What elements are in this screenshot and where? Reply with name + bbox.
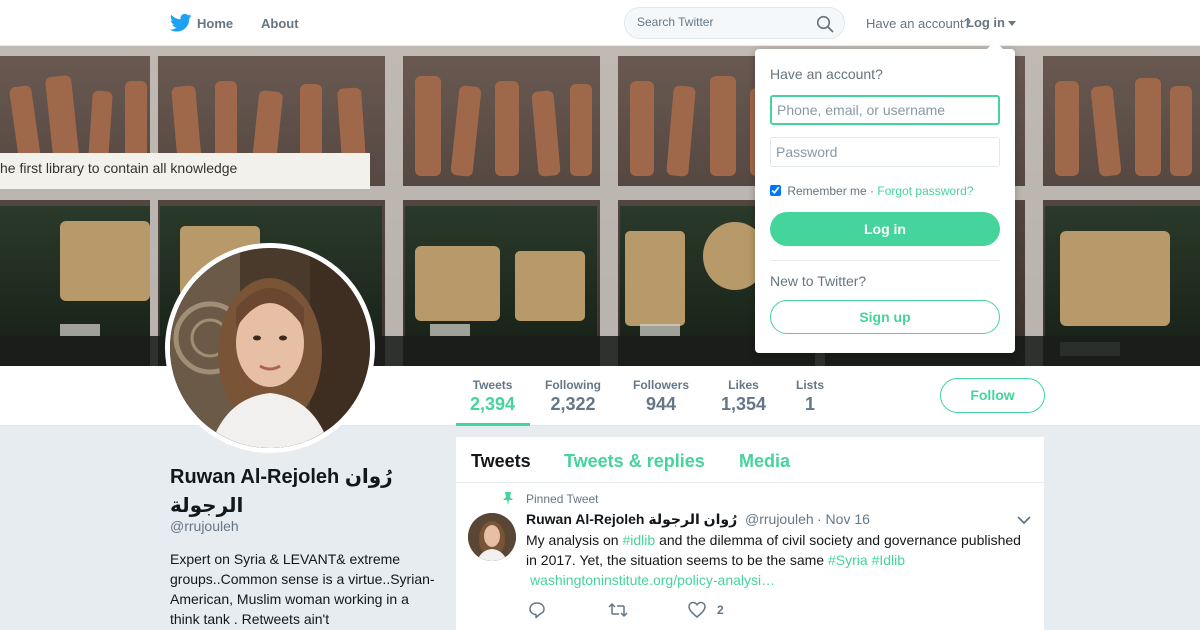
stat-label: Likes: [728, 378, 759, 392]
forgot-password-link[interactable]: Forgot password?: [877, 184, 973, 198]
pinned-tweet-label: Pinned Tweet: [526, 492, 599, 506]
like-count: 2: [717, 603, 724, 617]
hashtag-link[interactable]: #idlib: [622, 532, 655, 548]
nav-home-link[interactable]: Home: [197, 16, 233, 31]
stat-tweets[interactable]: Tweets 2,394: [470, 378, 515, 415]
dropdown-divider: [770, 260, 1000, 261]
banner-sign-text: he first library to contain all knowledg…: [0, 160, 238, 176]
tab-tweets[interactable]: Tweets: [471, 451, 531, 472]
have-account-text: Have an account?: [866, 16, 971, 31]
tweet-text-part: My analysis on: [526, 532, 623, 548]
hashtag-link[interactable]: #Syria: [828, 552, 868, 568]
remember-me-row: Remember me · Forgot password?: [770, 184, 973, 198]
nav-about-link[interactable]: About: [261, 16, 299, 31]
tweet-url-link[interactable]: washingtoninstitute.org/policy-analysi…: [530, 572, 775, 588]
tweet-author-name[interactable]: Ruwan Al-Rejoleh رُوان الرجولة: [526, 511, 737, 528]
remember-me-label[interactable]: Remember me: [787, 184, 866, 198]
tab-media[interactable]: Media: [739, 451, 790, 472]
tweet-author-handle[interactable]: @rrujouleh: [745, 511, 814, 527]
timeline-tabs: Tweets Tweets & replies Media: [456, 437, 1044, 483]
avatar-photo: [170, 248, 370, 448]
tweet-author-avatar[interactable]: [468, 513, 516, 561]
username-field[interactable]: [770, 95, 1000, 125]
retweet-icon[interactable]: [608, 601, 628, 619]
chevron-down-icon[interactable]: [1008, 21, 1016, 26]
new-to-twitter-text: New to Twitter?: [770, 273, 867, 289]
stat-likes[interactable]: Likes 1,354: [721, 378, 766, 415]
stat-value: 944: [645, 394, 677, 414]
tab-tweets-and-replies[interactable]: Tweets & replies: [564, 451, 705, 472]
stat-lists[interactable]: Lists 1: [796, 378, 824, 415]
stat-label: Followers: [633, 378, 690, 392]
timeline: Tweets Tweets & replies Media Pinned Twe…: [456, 437, 1044, 630]
stat-value: 2,322: [550, 394, 596, 414]
tweet-avatar-photo: [468, 513, 516, 561]
dropdown-title: Have an account?: [770, 66, 883, 82]
remember-me-checkbox[interactable]: [770, 185, 781, 196]
login-button[interactable]: Log in: [770, 212, 1000, 246]
tweet-text: My analysis on #idlib and the dilemma of…: [526, 530, 1031, 590]
search-input[interactable]: [637, 15, 807, 29]
stat-value: 1: [805, 394, 816, 414]
password-field[interactable]: [770, 137, 1000, 167]
heart-icon[interactable]: [688, 601, 706, 619]
tweet-date[interactable]: · Nov 16: [817, 511, 870, 527]
profile-name: Ruwan Al-Rejoleh رُوان الرجولة: [170, 466, 393, 517]
stat-value: 1,354: [721, 394, 767, 414]
top-navigation-bar: Home About Have an account? Log in: [0, 0, 1200, 46]
stat-label: Tweets: [472, 378, 513, 392]
stat-label: Lists: [796, 378, 825, 392]
profile-avatar[interactable]: [165, 243, 375, 453]
hashtag-link[interactable]: #Idlib: [872, 552, 905, 568]
login-dropdown: Have an account? Remember me · Forgot pa…: [755, 41, 1015, 353]
login-menu-link[interactable]: Log in: [966, 15, 1005, 30]
pin-icon: [503, 492, 513, 505]
stat-value: 2,394: [470, 394, 516, 414]
follow-button[interactable]: Follow: [940, 378, 1045, 413]
stat-followers[interactable]: Followers 944: [633, 378, 689, 415]
profile-bio: Expert on Syria & LEVANT& extreme groups…: [170, 551, 435, 627]
stat-following[interactable]: Following 2,322: [545, 378, 601, 415]
separator-dot: ·: [870, 184, 875, 198]
search-icon[interactable]: [816, 15, 834, 33]
reply-icon[interactable]: [528, 601, 546, 619]
chevron-down-icon[interactable]: [1017, 515, 1031, 525]
stat-label: Following: [545, 378, 601, 392]
search-box[interactable]: [624, 7, 845, 39]
twitter-bird-icon[interactable]: [170, 13, 192, 33]
profile-handle[interactable]: @rrujouleh: [170, 518, 239, 534]
active-stat-indicator: [456, 423, 530, 426]
signup-button[interactable]: Sign up: [770, 300, 1000, 334]
